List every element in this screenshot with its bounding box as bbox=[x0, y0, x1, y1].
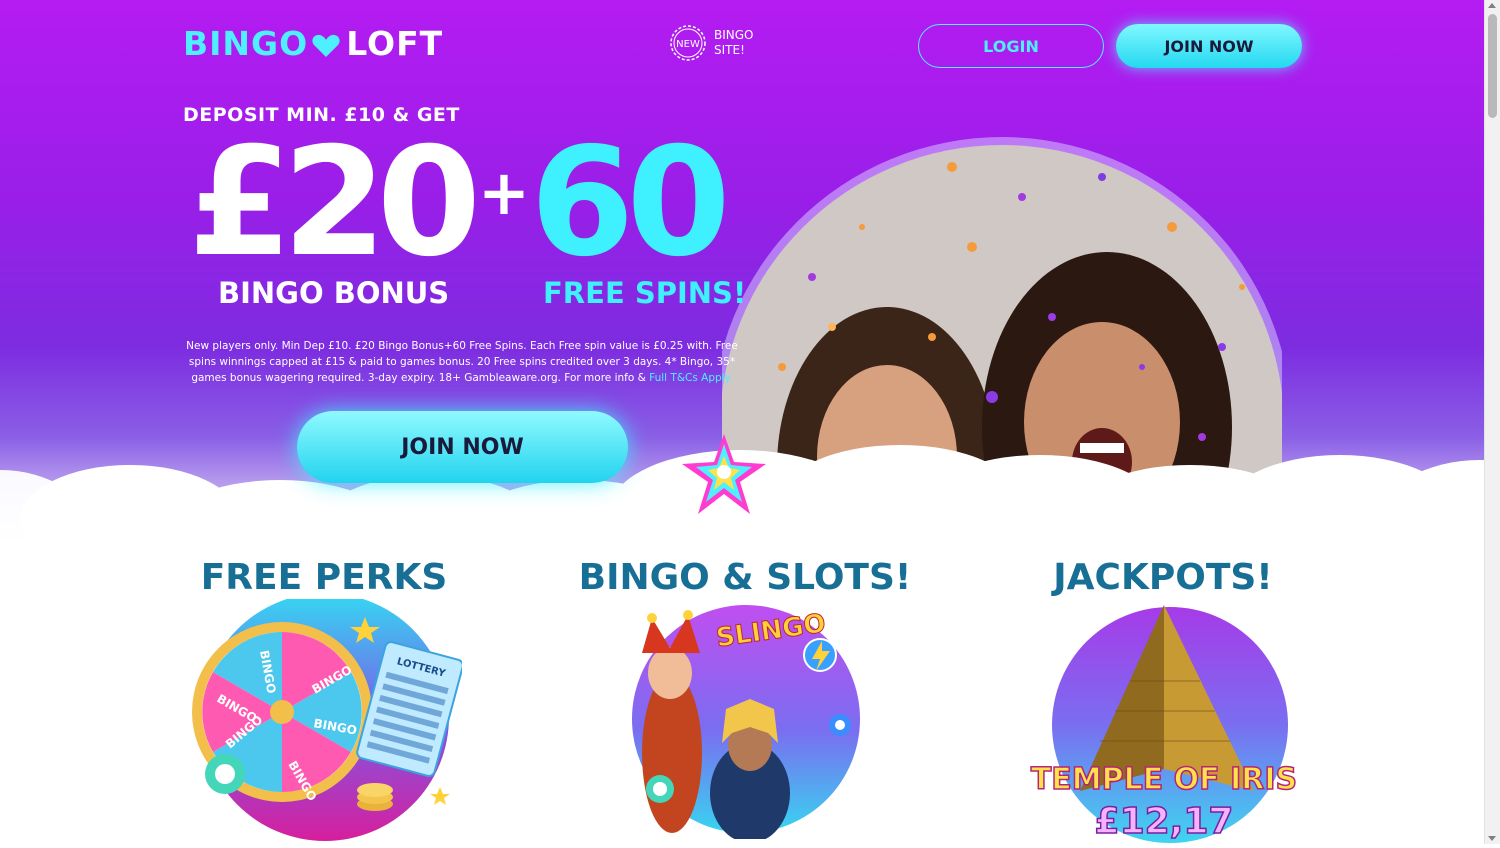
terms-link[interactable]: Full T&Cs Apply. bbox=[649, 372, 733, 384]
scroll-down-arrow-icon[interactable] bbox=[1488, 836, 1496, 841]
brand-logo[interactable]: BINGO LOFT bbox=[183, 24, 443, 63]
seal-text: NEW bbox=[676, 39, 700, 50]
section-title-jackpots: JACKPOTS! bbox=[1053, 557, 1273, 598]
free-spins-label: FREE SPINS! bbox=[543, 276, 747, 310]
jackpots-image: TEMPLE OF IRIS £12,17 bbox=[1030, 605, 1298, 843]
bonus-amount: £20 bbox=[188, 116, 481, 290]
bingo-slots-card[interactable]: SLINGO bbox=[622, 603, 862, 843]
terms-text: New players only. Min Dep £10. £20 Bingo… bbox=[186, 338, 738, 386]
page-scrollbar[interactable] bbox=[1484, 0, 1500, 844]
login-button[interactable]: LOGIN bbox=[918, 24, 1104, 68]
section-title-free-perks: FREE PERKS bbox=[200, 557, 448, 598]
jackpots-card[interactable]: TEMPLE OF IRIS £12,17 bbox=[1030, 601, 1300, 844]
spins-count: 60 bbox=[530, 116, 731, 290]
badge-text: BINGO SITE! bbox=[714, 28, 754, 58]
brand-part1: BINGO bbox=[183, 24, 309, 63]
bingo-slots-image: SLINGO bbox=[632, 605, 860, 843]
free-perks-image: BINGO BINGO BINGO BINGO BINGO BINGO LOTT… bbox=[192, 593, 464, 841]
join-now-cta-button[interactable]: JOIN NOW bbox=[297, 411, 628, 483]
free-perks-card[interactable]: BINGO BINGO BINGO BINGO BINGO BINGO LOTT… bbox=[190, 593, 464, 841]
section-title-bingo-slots: BINGO & SLOTS! bbox=[578, 557, 912, 598]
join-now-header-button[interactable]: JOIN NOW bbox=[1116, 24, 1302, 68]
jackpot-game-name: TEMPLE OF IRIS bbox=[1031, 762, 1297, 797]
scroll-up-arrow-icon[interactable] bbox=[1488, 3, 1496, 8]
brand-part2: LOFT bbox=[346, 24, 444, 63]
badge-line1: BINGO bbox=[714, 28, 754, 42]
bingo-bonus-label: BINGO BONUS bbox=[218, 276, 450, 310]
scroll-thumb[interactable] bbox=[1488, 14, 1497, 118]
new-bingo-site-badge: NEW BINGO SITE! bbox=[668, 23, 754, 63]
badge-line2: SITE! bbox=[714, 43, 745, 57]
new-seal-icon: NEW bbox=[670, 25, 706, 61]
jackpot-amount: £12,17 bbox=[1095, 801, 1234, 842]
gem-star-icon bbox=[682, 434, 766, 514]
heart-icon bbox=[312, 34, 340, 57]
plus-sign: + bbox=[478, 156, 530, 229]
feature-sections: FREE PERKS BINGO BINGO BINGO BINGO BINGO bbox=[0, 555, 1485, 844]
hero-banner: BINGO LOFT NEW BINGO SITE! LOGIN JOIN NOW… bbox=[0, 0, 1485, 560]
